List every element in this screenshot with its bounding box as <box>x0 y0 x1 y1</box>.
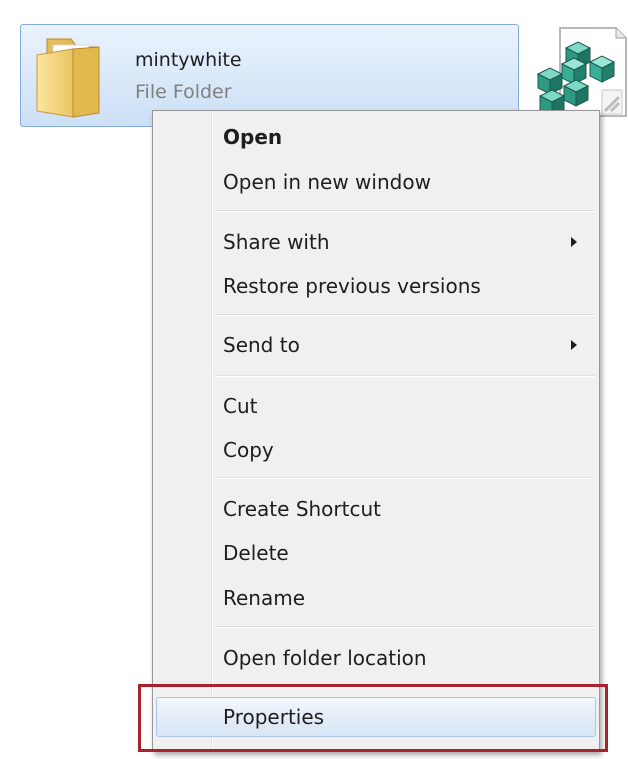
folder-icon <box>36 38 100 118</box>
menu-item-open[interactable]: Open <box>156 117 596 157</box>
menu-separator <box>215 477 595 479</box>
menu-item-label: Open in new window <box>223 170 431 194</box>
menu-item-label: Delete <box>223 541 289 565</box>
menu-item-label: Send to <box>223 333 300 357</box>
menu-item-copy[interactable]: Copy <box>156 430 596 470</box>
menu-item-delete[interactable]: Delete <box>156 533 596 573</box>
menu-item-send-to[interactable]: Send to <box>156 325 596 365</box>
menu-item-label: Restore previous versions <box>223 274 481 298</box>
registry-file-icon[interactable] <box>530 24 628 119</box>
menu-item-label: Create Shortcut <box>223 497 381 521</box>
menu-item-label: Open <box>223 125 283 149</box>
menu-item-label: Cut <box>223 394 258 418</box>
menu-item-open-folder-location[interactable]: Open folder location <box>156 638 596 678</box>
menu-item-open-in-new-window[interactable]: Open in new window <box>156 162 596 202</box>
submenu-arrow-icon <box>571 340 577 350</box>
menu-item-cut[interactable]: Cut <box>156 386 596 426</box>
submenu-arrow-icon <box>571 237 577 247</box>
menu-separator <box>215 314 595 316</box>
menu-item-rename[interactable]: Rename <box>156 578 596 618</box>
menu-item-share-with[interactable]: Share with <box>156 222 596 262</box>
menu-item-label: Open folder location <box>223 646 427 670</box>
file-type-label: File Folder <box>135 81 232 103</box>
menu-item-label: Rename <box>223 586 306 610</box>
properties-highlight-box <box>138 684 608 752</box>
menu-separator <box>215 626 595 628</box>
menu-separator <box>215 375 595 377</box>
context-menu: Open Open in new window Share with Resto… <box>152 110 600 752</box>
menu-item-label: Copy <box>223 438 274 462</box>
menu-item-restore-previous-versions[interactable]: Restore previous versions <box>156 266 596 306</box>
menu-item-create-shortcut[interactable]: Create Shortcut <box>156 489 596 529</box>
menu-item-label: Share with <box>223 230 330 254</box>
menu-separator <box>215 210 595 212</box>
file-name: mintywhite <box>135 49 242 71</box>
